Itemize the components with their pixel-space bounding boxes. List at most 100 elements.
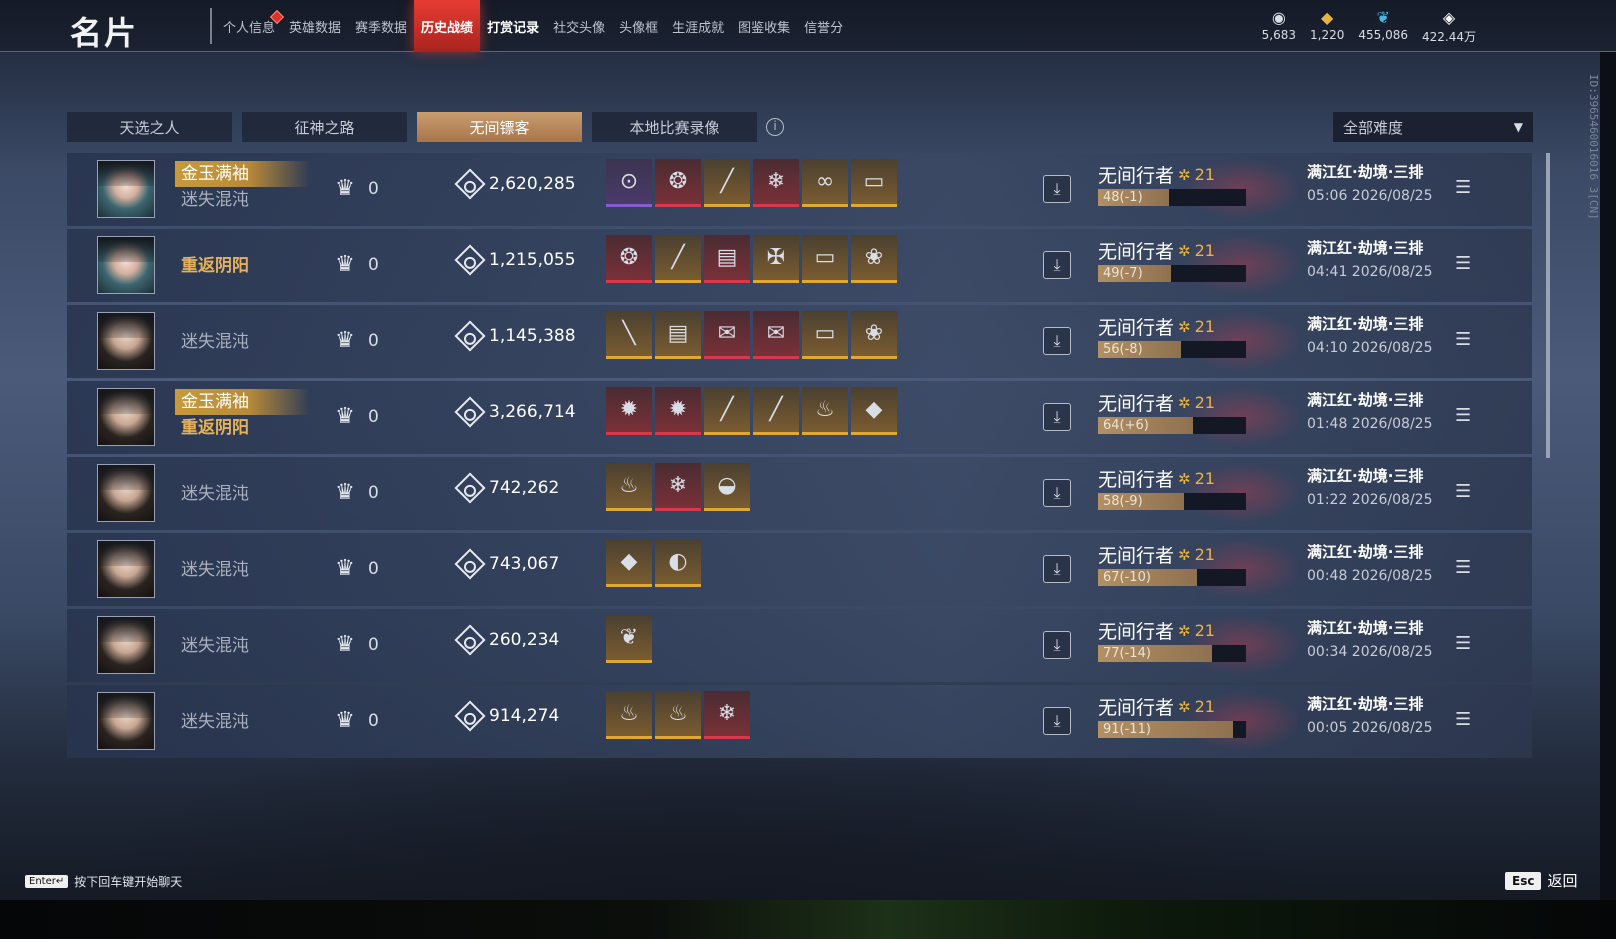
tab-7[interactable]: 生涯成就 [665, 0, 731, 52]
download-replay-button[interactable]: ⤓ [1043, 175, 1071, 203]
tab-5[interactable]: 社交头像 [546, 0, 612, 52]
flame-orb-icon[interactable]: ✹ [655, 387, 701, 435]
blade-icon[interactable]: ╱ [704, 159, 750, 207]
mvp-value: 0 [368, 483, 379, 503]
download-replay-button[interactable]: ⤓ [1043, 555, 1071, 583]
rank-flower-icon: ✲ [1178, 545, 1191, 564]
rank-flower-icon: ✲ [1178, 241, 1191, 260]
mode-tab-2[interactable]: 无间镖客 [417, 112, 582, 142]
download-replay-button[interactable]: ⤓ [1043, 631, 1071, 659]
back-button[interactable]: Esc 返回 [1505, 870, 1577, 891]
avatar [97, 464, 155, 522]
menu-icon[interactable]: ☰ [1455, 633, 1471, 654]
book-icon[interactable]: ▤ [655, 311, 701, 359]
match-row[interactable]: 金玉满袖 迷失混沌 ♛ 0 2,620,285 ⊙ ❂ ╱ ❄ ∞ ▭ ⤓ 无间行者 ✲ 21 48(-1) 满… [67, 153, 1532, 226]
scrollbar[interactable] [1546, 153, 1550, 458]
letter-icon[interactable]: ✉ [704, 311, 750, 359]
mode-tab-3[interactable]: 本地比赛录像 [592, 112, 757, 142]
incense-icon[interactable]: ♨ [606, 463, 652, 511]
mode-tab-1[interactable]: 征神之路 [242, 112, 407, 142]
meat-icon[interactable]: ◆ [851, 387, 897, 435]
download-replay-button[interactable]: ⤓ [1043, 707, 1071, 735]
rank-progress-text: 77(-14) [1103, 646, 1151, 661]
menu-icon[interactable]: ☰ [1455, 329, 1471, 350]
crystal-icon[interactable]: ❄ [753, 159, 799, 207]
esc-key-icon: Esc [1505, 871, 1542, 890]
tab-2[interactable]: 赛季数据 [348, 0, 414, 52]
berries-icon[interactable]: ❀ [851, 311, 897, 359]
crystal-icon[interactable]: ❄ [655, 463, 701, 511]
letter-icon[interactable]: ✉ [753, 311, 799, 359]
rank-panel: 无间行者 ✲ 21 48(-1) [1087, 153, 1297, 226]
meat-icon[interactable]: ◆ [606, 539, 652, 587]
avatar-hair [98, 237, 154, 263]
match-row[interactable]: 迷失混沌 ♛ 0 260,234 ❦ ⤓ 无间行者 ✲ 21 77(-14) 满江红·劫境·三排 00… [67, 609, 1532, 682]
berries-icon[interactable]: ❀ [851, 235, 897, 283]
wreath-icon[interactable]: ❂ [655, 159, 701, 207]
match-mode: 满江红·劫境·三排 [1307, 239, 1424, 257]
menu-icon[interactable]: ☰ [1455, 253, 1471, 274]
rank-progress-text: 48(-1) [1103, 190, 1143, 205]
avatar [97, 312, 155, 370]
title-tag: 重返阴阳 [181, 418, 249, 438]
menu-icon[interactable]: ☰ [1455, 405, 1471, 426]
difficulty-select[interactable]: 全部难度 ▼ [1333, 112, 1533, 142]
tab-8[interactable]: 图鉴收集 [731, 0, 797, 52]
rank-level: 21 [1194, 393, 1215, 412]
book-icon[interactable]: ▤ [704, 235, 750, 283]
scroll-case-icon[interactable]: ▭ [851, 159, 897, 207]
menu-icon[interactable]: ☰ [1455, 557, 1471, 578]
avatar [97, 692, 155, 750]
incense-icon[interactable]: ♨ [606, 691, 652, 739]
moon-cake-icon[interactable]: ◐ [655, 539, 701, 587]
download-replay-button[interactable]: ⤓ [1043, 403, 1071, 431]
menu-icon[interactable]: ☰ [1455, 481, 1471, 502]
right-edge [1600, 52, 1616, 900]
download-replay-button[interactable]: ⤓ [1043, 479, 1071, 507]
rank-progress-bar: 91(-11) [1098, 721, 1246, 738]
jade-ring-icon[interactable]: ⊙ [606, 159, 652, 207]
scroll-case-icon[interactable]: ▭ [802, 311, 848, 359]
blade-icon[interactable]: ╱ [655, 235, 701, 283]
flute-icon[interactable]: ╱ [704, 387, 750, 435]
match-row[interactable]: 迷失混沌 ♛ 0 914,274 ♨ ♨ ❄ ⤓ 无间行者 ✲ 21 91(-11) 满江红·劫境·三排… [67, 685, 1532, 758]
download-replay-button[interactable]: ⤓ [1043, 327, 1071, 355]
match-row[interactable]: 金玉满袖 重返阴阳 ♛ 0 3,266,714 ✹ ✹ ╱ ╱ ♨ ◆ ⤓ 无间行者 ✲ 21 64(+6) 满… [67, 381, 1532, 454]
bowl-icon[interactable]: ◒ [704, 463, 750, 511]
tab-9[interactable]: 信誉分 [797, 0, 850, 52]
flame-orb-icon[interactable]: ✹ [606, 387, 652, 435]
download-replay-button[interactable]: ⤓ [1043, 251, 1071, 279]
match-row[interactable]: 迷失混沌 ♛ 0 742,262 ♨ ❄ ◒ ⤓ 无间行者 ✲ 21 58(-9) 满江红·劫境·三排 0… [67, 457, 1532, 530]
match-row[interactable]: 迷失混沌 ♛ 0 1,145,388 ╲ ▤ ✉ ✉ ▭ ❀ ⤓ 无间行者 ✲ 21 56(-8) 满江红·劫… [67, 305, 1532, 378]
incense-icon[interactable]: ♨ [802, 387, 848, 435]
match-row[interactable]: 重返阴阳 ♛ 0 1,215,055 ❂ ╱ ▤ ✠ ▭ ❀ ⤓ 无间行者 ✲ 21 49(-7) 满江红·劫… [67, 229, 1532, 302]
tab-1[interactable]: 英雄数据 [282, 0, 348, 52]
info-icon[interactable]: i [766, 118, 784, 136]
menu-icon[interactable]: ☰ [1455, 709, 1471, 730]
mode-tab-0[interactable]: 天选之人 [67, 112, 232, 142]
feather-icon[interactable]: ❦ [606, 615, 652, 663]
menu-icon[interactable]: ☰ [1455, 177, 1471, 198]
flute-icon[interactable]: ╱ [753, 387, 799, 435]
tab-3[interactable]: 历史战绩 [414, 0, 481, 52]
mvp-count: ♛ 0 [332, 555, 379, 583]
crystal-icon[interactable]: ❄ [704, 691, 750, 739]
mvp-count: ♛ 0 [332, 327, 379, 355]
match-time: 05:06 2026/08/25 [1307, 188, 1433, 204]
wreath-icon[interactable]: ❂ [606, 235, 652, 283]
staff-icon[interactable]: ╲ [606, 311, 652, 359]
match-row[interactable]: 迷失混沌 ♛ 0 743,067 ◆ ◐ ⤓ 无间行者 ✲ 21 67(-10) 满江红·劫境·三排 0… [67, 533, 1532, 606]
rank-progress-bar: 56(-8) [1098, 341, 1246, 358]
cross-ornament-icon[interactable]: ✠ [753, 235, 799, 283]
incense-icon[interactable]: ♨ [655, 691, 701, 739]
mvp-count: ♛ 0 [332, 707, 379, 735]
match-meta: 满江红·劫境·三排 05:06 2026/08/25 [1307, 161, 1433, 204]
match-mode: 满江红·劫境·三排 [1307, 695, 1424, 713]
tab-4[interactable]: 打赏记录 [480, 0, 546, 52]
mvp-value: 0 [368, 635, 379, 655]
bracelet-icon[interactable]: ∞ [802, 159, 848, 207]
trophy-icon: ♛ [335, 556, 355, 581]
tab-6[interactable]: 头像框 [612, 0, 665, 52]
tab-0[interactable]: 个人信息 [216, 0, 285, 52]
scroll-case-icon[interactable]: ▭ [802, 235, 848, 283]
